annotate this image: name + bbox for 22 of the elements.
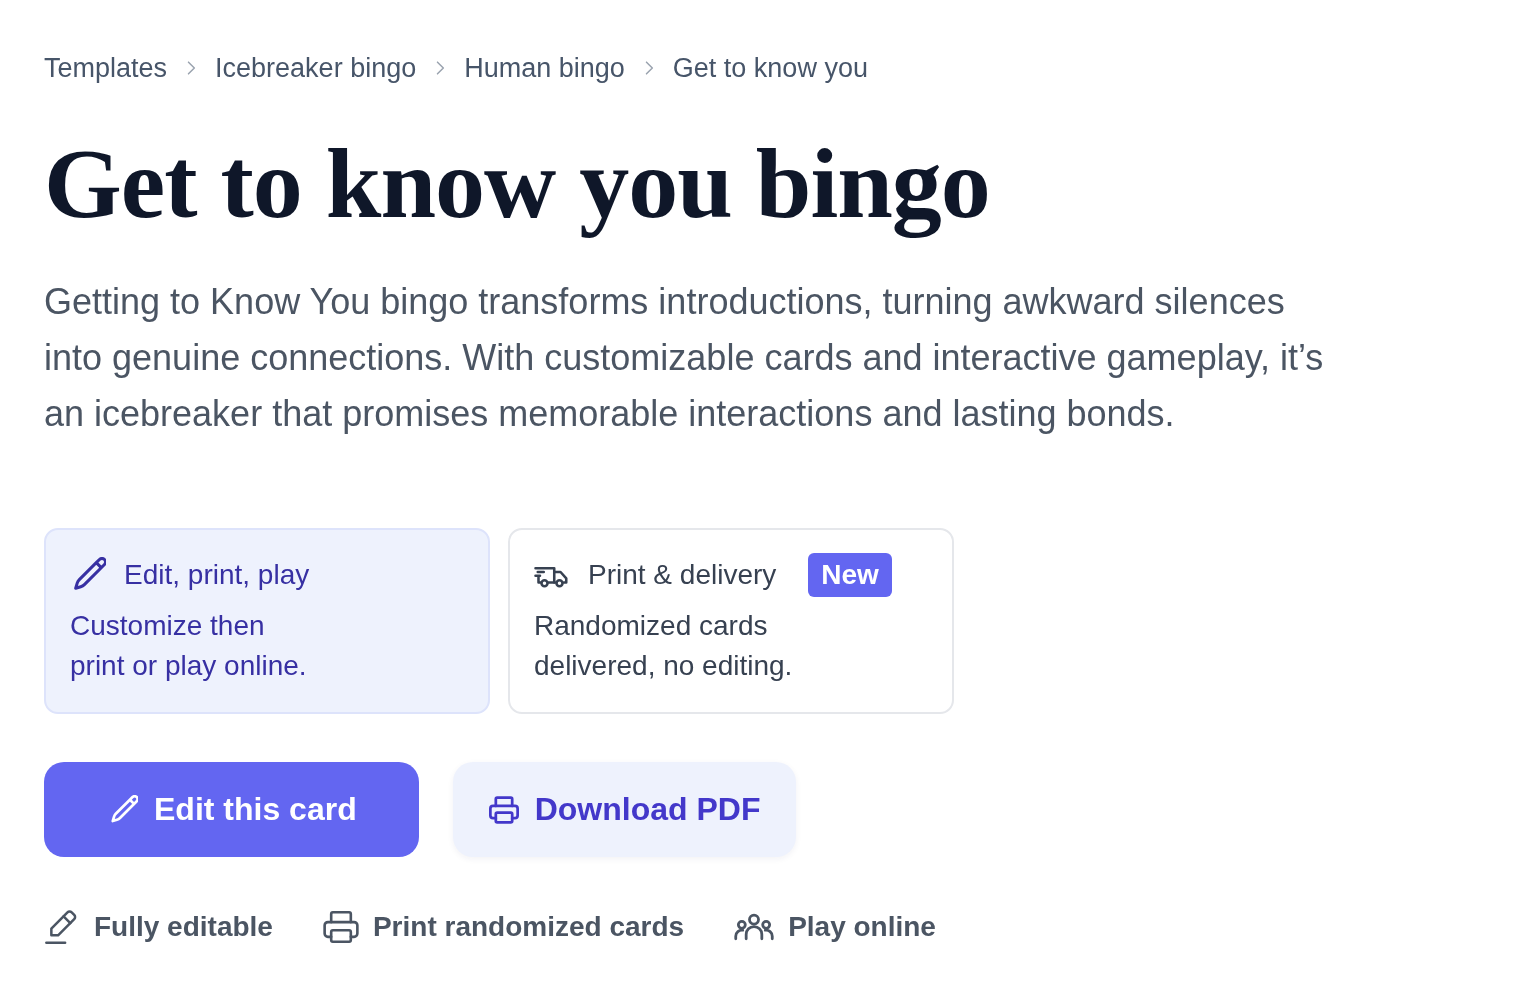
feature-label: Print randomized cards bbox=[372, 911, 685, 943]
feature-label: Play online bbox=[788, 911, 936, 943]
breadcrumb-link[interactable]: Human bingo bbox=[464, 48, 625, 88]
people-icon bbox=[734, 913, 775, 941]
page-title: Get to know you bingo bbox=[44, 127, 991, 241]
option-title: Print & delivery bbox=[588, 559, 777, 591]
pencil-icon bbox=[108, 794, 138, 825]
option-card[interactable]: Edit, print, play Customize then print or play online. bbox=[44, 528, 490, 714]
page-description: Getting to Know You bingo transforms introductions, turning awkward silences into genuine connections. With customizable cards and interactive gameplay, it’s an icebreaker that promises memorable interactions and lasting bonds. bbox=[44, 280, 1325, 436]
printer-icon bbox=[322, 909, 359, 945]
printer-icon bbox=[488, 794, 519, 825]
option-description: Randomized cards delivered, no editing. bbox=[534, 609, 794, 683]
option-card[interactable]: Print & delivery New Randomized cards delivered, no editing. bbox=[508, 528, 954, 714]
new-badge: New bbox=[808, 553, 892, 597]
breadcrumb-link[interactable]: Get to know you bbox=[672, 48, 868, 88]
primary-button[interactable]: Edit this card bbox=[44, 762, 419, 857]
secondary-button[interactable]: Download PDF bbox=[452, 762, 797, 857]
option-title: Edit, print, play bbox=[124, 559, 310, 591]
option-description: Customize then print or play online. bbox=[70, 609, 308, 683]
breadcrumb-link[interactable]: Icebreaker bingo bbox=[215, 48, 417, 88]
breadcrumb-link[interactable]: Templates bbox=[44, 48, 168, 88]
feature-label: Fully editable bbox=[94, 911, 273, 943]
